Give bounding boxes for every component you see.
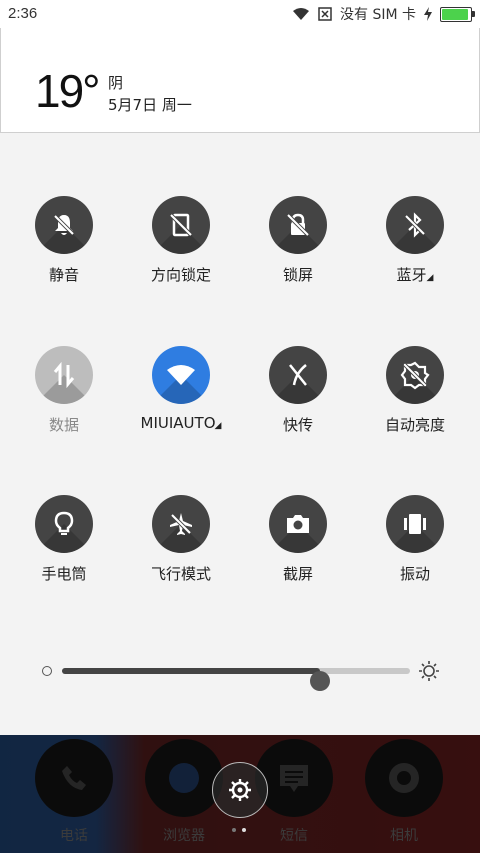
brightness-low-icon: [42, 666, 52, 676]
page-dot: [232, 828, 236, 832]
toggle-wifi[interactable]: MIUIAUTO◢: [121, 346, 241, 432]
page-indicator: [232, 828, 246, 832]
quick-toggles: 静音 方向锁定 锁屏 蓝牙◢ 数据 MIUIAUTO◢ 快传 自动亮度 手电筒 …: [0, 0, 480, 853]
toggle-label: 数据: [48, 416, 79, 434]
toggle-vibrate[interactable]: 振动: [355, 495, 475, 584]
toggle-label: 蓝牙◢: [396, 266, 434, 284]
mobile-data-icon: [35, 346, 93, 404]
toggle-airplane[interactable]: 飞行模式: [121, 495, 241, 584]
mute-bell-icon: [35, 196, 93, 254]
bluetooth-icon: [386, 196, 444, 254]
auto-brightness-icon: [386, 346, 444, 404]
vibrate-icon: [386, 495, 444, 553]
toggle-label: 手电筒: [41, 565, 87, 583]
toggle-screenshot[interactable]: 截屏: [238, 495, 358, 584]
toggle-lock-screen[interactable]: 锁屏: [238, 196, 358, 285]
toggle-label: 飞行模式: [150, 565, 211, 583]
toggle-label: 振动: [399, 565, 430, 583]
brightness-track[interactable]: [62, 668, 410, 691]
rotation-lock-icon: [152, 196, 210, 254]
toggle-label: 锁屏: [282, 266, 313, 284]
flashlight-icon: [35, 495, 93, 553]
page-dot-active: [242, 828, 246, 832]
brightness-thumb[interactable]: [309, 671, 330, 691]
screenshot-camera-icon: [269, 495, 327, 553]
brightness-slider[interactable]: [40, 658, 440, 691]
toggle-label: MIUIAUTO◢: [140, 414, 222, 432]
brightness-high-icon: [419, 661, 439, 681]
toggle-rotation-lock[interactable]: 方向锁定: [121, 196, 241, 285]
gear-icon: [229, 779, 251, 801]
toggle-label: 静音: [48, 266, 79, 284]
toggle-mobile-data[interactable]: 数据: [4, 346, 124, 435]
toggle-flashlight[interactable]: 手电筒: [4, 495, 124, 584]
toggle-label: 方向锁定: [150, 266, 211, 284]
toggle-label: 截屏: [282, 565, 313, 583]
lock-screen-icon: [269, 196, 327, 254]
airplane-icon: [152, 495, 210, 553]
settings-gear-button[interactable]: [212, 762, 268, 818]
wifi-icon: [152, 346, 210, 404]
toggle-label: 快传: [282, 416, 313, 434]
toggle-mute[interactable]: 静音: [4, 196, 124, 285]
toggle-quick-transfer[interactable]: 快传: [238, 346, 358, 435]
toggle-label: 自动亮度: [384, 416, 445, 434]
brightness-fill: [62, 668, 320, 674]
toggle-bluetooth[interactable]: 蓝牙◢: [355, 196, 475, 285]
toggle-auto-brightness[interactable]: 自动亮度: [355, 346, 475, 435]
quick-transfer-icon: [269, 346, 327, 404]
